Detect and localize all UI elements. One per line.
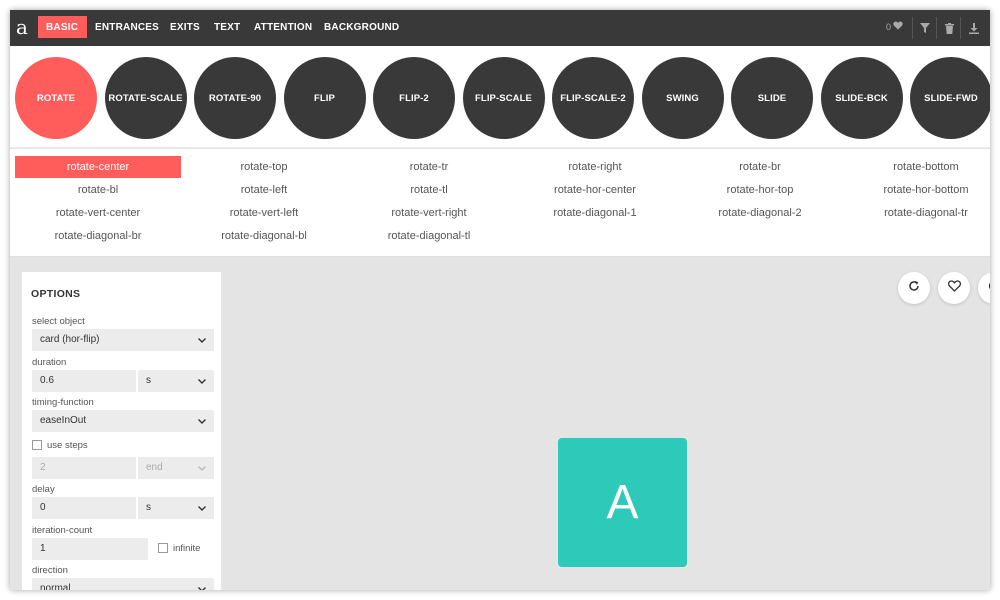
options-panel: OPTIONS select object card (hor-flip) du… — [22, 272, 221, 590]
category-slide[interactable]: SLIDE — [731, 57, 813, 139]
tab-background[interactable]: BACKGROUND — [316, 16, 402, 38]
steps-value: 2 — [40, 462, 46, 473]
direction-dropdown[interactable]: normal — [32, 578, 214, 590]
category-flip[interactable]: FLIP — [283, 57, 366, 139]
trash-icon[interactable] — [942, 21, 956, 35]
iteration-count-label: iteration-count — [32, 525, 93, 536]
use-steps-label: use steps — [47, 440, 88, 451]
variant-item[interactable]: rotate-vert-center — [15, 202, 181, 224]
duration-input[interactable]: 0.6 — [32, 370, 136, 392]
delay-unit-dropdown[interactable]: s — [138, 497, 214, 519]
steps-input[interactable]: 2 — [32, 457, 136, 479]
toolbar-separator — [960, 17, 961, 39]
app-window: a BASIC ENTRANCES EXITS TEXT ATTENTION BACKGR… — [10, 10, 990, 590]
variant-item[interactable]: rotate-hor-top — [677, 179, 843, 201]
variant-item[interactable]: rotate-diagonal-1 — [512, 202, 678, 224]
steps-position-dropdown[interactable]: end — [138, 457, 214, 479]
tab-entrances[interactable]: ENTRANCES — [87, 16, 161, 38]
select-object-value: card (hor-flip) — [40, 334, 100, 345]
variant-item[interactable]: rotate-diagonal-tl — [346, 225, 512, 247]
delay-unit-value: s — [146, 502, 151, 513]
variant-item[interactable]: rotate-center — [15, 156, 181, 178]
chevron-down-icon — [198, 329, 206, 351]
variant-item[interactable]: rotate-diagonal-tr — [843, 202, 990, 224]
variant-item[interactable]: rotate-right — [512, 156, 678, 178]
category-flip-scale[interactable]: FLIP-SCALE — [462, 57, 545, 139]
preview-card[interactable]: A — [558, 438, 687, 567]
delay-label: delay — [32, 484, 55, 495]
category-slide-fwd[interactable]: SLIDE-FWD — [910, 57, 990, 139]
variant-item[interactable]: rotate-left — [181, 179, 347, 201]
timing-function-label: timing-function — [32, 397, 94, 408]
timing-function-value: easeInOut — [40, 415, 87, 426]
app-logo[interactable]: a — [12, 14, 32, 40]
delay-input[interactable]: 0 — [32, 497, 136, 519]
iteration-count-input[interactable]: 1 — [32, 538, 148, 560]
toolbar-separator — [912, 17, 913, 39]
chevron-down-icon — [198, 370, 206, 392]
timing-function-dropdown[interactable]: easeInOut — [32, 410, 214, 432]
chevron-down-icon — [198, 410, 206, 432]
direction-label: direction — [32, 565, 68, 576]
variant-item[interactable]: rotate-tr — [346, 156, 512, 178]
chevron-down-icon — [198, 457, 206, 479]
iteration-count-value: 1 — [40, 543, 46, 554]
tab-exits[interactable]: EXITS — [162, 16, 202, 38]
variant-item[interactable]: rotate-hor-bottom — [843, 179, 990, 201]
category-rotate-90[interactable]: ROTATE-90 — [194, 57, 276, 139]
chevron-down-icon — [198, 497, 206, 519]
variant-item[interactable]: rotate-hor-center — [512, 179, 678, 201]
infinite-label: infinite — [173, 543, 201, 554]
direction-value: normal — [40, 583, 71, 590]
download-icon[interactable] — [967, 21, 981, 35]
variant-item[interactable]: rotate-vert-right — [346, 202, 512, 224]
category-rotate[interactable]: ROTATE — [15, 57, 97, 139]
tab-text[interactable]: TEXT — [206, 16, 244, 38]
variant-item[interactable]: rotate-br — [677, 156, 843, 178]
duration-unit-dropdown[interactable]: s — [138, 370, 214, 392]
steps-position-value: end — [146, 462, 163, 473]
top-bar: a BASIC ENTRANCES EXITS TEXT ATTENTION BACKGR… — [10, 10, 990, 46]
toolbar-separator — [936, 17, 937, 39]
use-steps-checkbox[interactable] — [32, 440, 42, 450]
tab-attention[interactable]: ATTENTION — [246, 16, 314, 38]
delay-value: 0 — [40, 502, 46, 513]
heart-icon — [947, 279, 961, 297]
favorite-button[interactable] — [938, 272, 970, 304]
infinite-checkbox[interactable] — [158, 543, 168, 553]
category-flip-scale-2[interactable]: FLIP-SCALE-2 — [552, 57, 634, 139]
replay-button[interactable] — [898, 272, 930, 304]
favorites-count: 0 — [886, 21, 892, 32]
code-icon — [988, 279, 990, 297]
refresh-icon — [908, 279, 920, 297]
variant-item[interactable]: rotate-tl — [346, 179, 512, 201]
category-strip: ROTATE ROTATE-SCALE ROTATE-90 FLIP FLIP-2 FLI… — [10, 46, 990, 148]
chevron-down-icon — [198, 578, 206, 590]
card-letter: A — [606, 476, 639, 529]
duration-unit-value: s — [146, 375, 151, 386]
variant-item[interactable]: rotate-vert-left — [181, 202, 347, 224]
variant-item[interactable]: rotate-diagonal-2 — [677, 202, 843, 224]
variant-item[interactable]: rotate-bottom — [843, 156, 990, 178]
select-object-label: select object — [32, 316, 85, 327]
select-object-dropdown[interactable]: card (hor-flip) — [32, 329, 214, 351]
duration-label: duration — [32, 357, 67, 368]
code-button[interactable] — [978, 272, 990, 304]
variant-item[interactable]: rotate-top — [181, 156, 347, 178]
filter-icon[interactable] — [918, 21, 932, 35]
category-flip-2[interactable]: FLIP-2 — [373, 57, 455, 139]
variant-item[interactable]: rotate-diagonal-br — [15, 225, 181, 247]
category-slide-bck[interactable]: SLIDE-BCK — [820, 57, 903, 139]
heart-icon — [893, 21, 903, 32]
duration-value: 0.6 — [40, 375, 54, 386]
variant-list: rotate-center rotate-top rotate-tr rotate-r… — [10, 149, 990, 257]
category-rotate-scale[interactable]: ROTATE-SCALE — [104, 57, 187, 139]
variant-item[interactable]: rotate-diagonal-bl — [181, 225, 347, 247]
tab-basic[interactable]: BASIC — [38, 16, 87, 38]
favorites-counter[interactable]: 0 — [886, 21, 903, 32]
variant-item[interactable]: rotate-bl — [15, 179, 181, 201]
options-title: OPTIONS — [31, 288, 81, 300]
category-swing[interactable]: SWING — [641, 57, 724, 139]
